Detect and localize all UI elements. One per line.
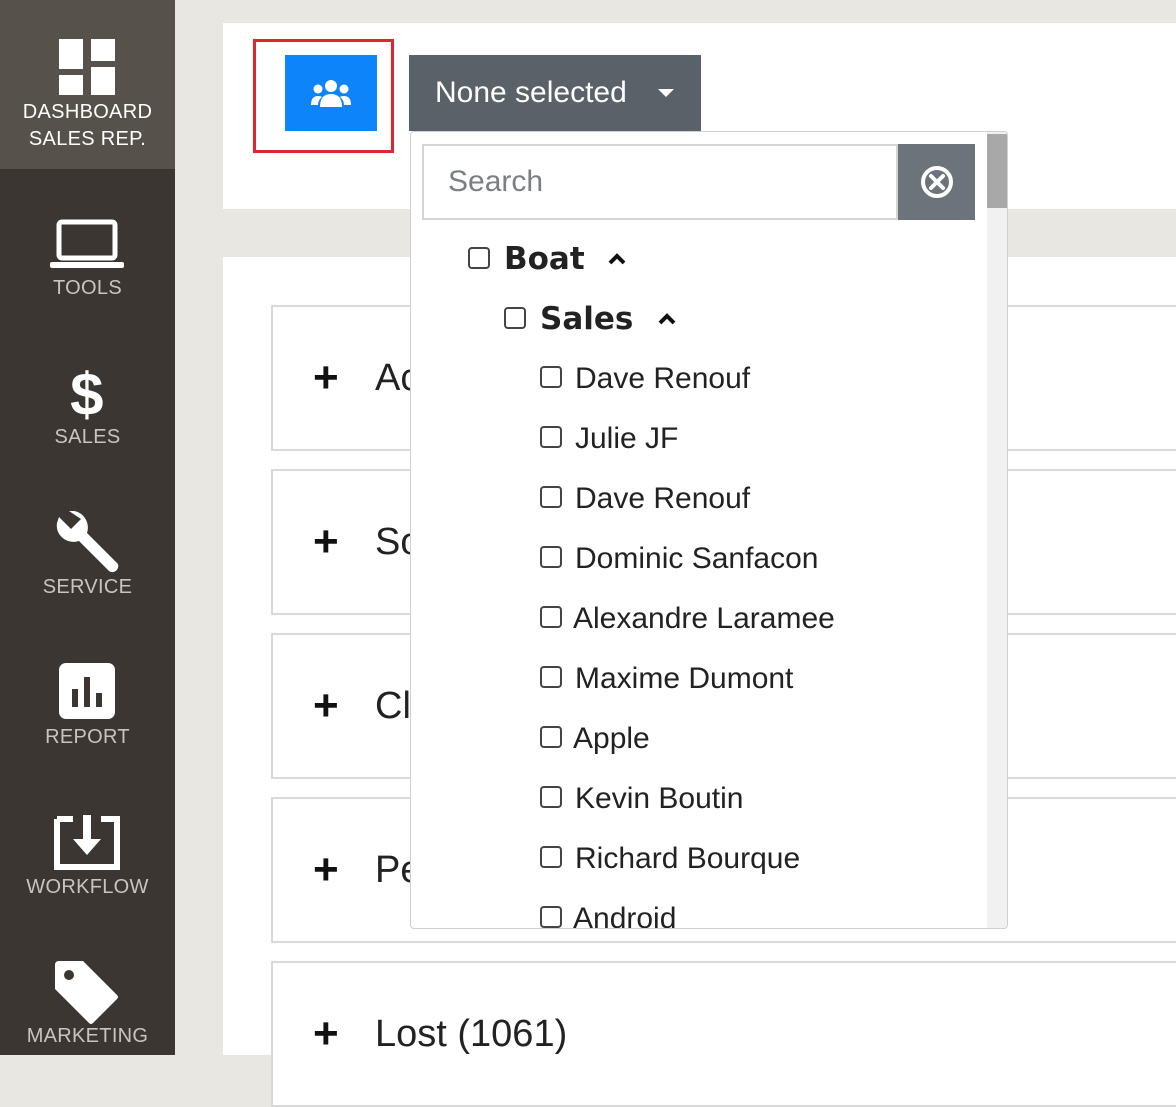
- option-label: Julie JF: [575, 422, 679, 455]
- option-checkbox[interactable]: [540, 366, 562, 388]
- option-checkbox[interactable]: [540, 726, 562, 748]
- clear-circle-icon: [921, 166, 953, 198]
- option-checkbox[interactable]: [540, 606, 562, 628]
- dashboard-icon: [59, 39, 115, 95]
- option-label: Android: [573, 902, 677, 929]
- option-checkbox[interactable]: [540, 906, 562, 928]
- chevron-up-icon[interactable]: [658, 313, 676, 325]
- search-group: [422, 144, 975, 220]
- sidebar-item-tools[interactable]: TOOLS: [0, 169, 175, 319]
- tag-icon: [55, 961, 118, 1024]
- dropdown-scrollbar[interactable]: [987, 132, 1007, 928]
- sidebar: DASHBOARD SALES REP. TOOLS $ SALES SERVI…: [0, 0, 175, 1055]
- option-label: Apple: [573, 722, 650, 755]
- sidebar-item-label: SALES: [54, 426, 121, 448]
- group-label: Boat: [504, 241, 585, 277]
- download-box-icon: [54, 815, 120, 870]
- bar-chart-icon: [59, 663, 115, 719]
- accordion-title: Cl: [375, 685, 411, 727]
- option-checkbox[interactable]: [540, 786, 562, 808]
- option-checkbox[interactable]: [540, 486, 562, 508]
- accordion-item[interactable]: + Lost (1061): [271, 961, 1176, 1107]
- user-group-button[interactable]: [285, 55, 377, 131]
- option-checkbox[interactable]: [540, 666, 562, 688]
- sidebar-item-label: DASHBOARD: [22, 101, 153, 123]
- sidebar-item-sales[interactable]: $ SALES: [0, 319, 175, 469]
- option-label: Maxime Dumont: [575, 662, 794, 695]
- sidebar-item-label: SERVICE: [42, 576, 133, 598]
- caret-down-icon: [658, 89, 674, 97]
- option-label: Dave Renouf: [575, 362, 751, 395]
- users-group-icon: [311, 80, 351, 107]
- group-checkbox[interactable]: [504, 307, 526, 329]
- multiselect-dropdown: Boat Sales Dave Renouf Julie JF Dave Ren…: [410, 131, 1008, 929]
- wrench-icon: [56, 511, 119, 572]
- sidebar-item-label: MARKETING: [26, 1025, 149, 1047]
- accordion-title: Lost (1061): [375, 1013, 568, 1055]
- option-label: Richard Bourque: [575, 842, 801, 875]
- sidebar-item-label: REPORT: [45, 726, 130, 748]
- group-checkbox[interactable]: [468, 247, 490, 269]
- sidebar-item-label: TOOLS: [53, 277, 122, 299]
- sidebar-item-workflow[interactable]: WORKFLOW: [0, 769, 175, 919]
- search-input[interactable]: [422, 144, 898, 220]
- group-label: Sales: [540, 301, 634, 337]
- clear-search-button[interactable]: [898, 144, 975, 220]
- sidebar-item-marketing[interactable]: MARKETING: [0, 919, 175, 1055]
- sidebar-item-report[interactable]: REPORT: [0, 619, 175, 769]
- sidebar-item-service[interactable]: SERVICE: [0, 469, 175, 619]
- sidebar-item-dashboard[interactable]: DASHBOARD SALES REP.: [0, 0, 175, 169]
- option-label: Dominic Sanfacon: [575, 542, 819, 575]
- sidebar-item-label: SALES REP.: [28, 128, 147, 150]
- option-label: Kevin Boutin: [575, 782, 744, 815]
- plus-icon: +: [313, 681, 339, 730]
- option-checkbox[interactable]: [540, 546, 562, 568]
- svg-text:$: $: [70, 363, 104, 423]
- option-checkbox[interactable]: [540, 846, 562, 868]
- user-multiselect-button[interactable]: None selected: [409, 55, 701, 131]
- option-checkbox[interactable]: [540, 426, 562, 448]
- plus-icon: +: [313, 353, 339, 402]
- option-label: Alexandre Laramee: [573, 602, 835, 635]
- laptop-icon: [50, 219, 124, 268]
- dollar-icon: $: [70, 363, 104, 423]
- plus-icon: +: [313, 845, 339, 894]
- plus-icon: +: [313, 1009, 339, 1058]
- select-label: None selected: [435, 76, 627, 109]
- option-label: Dave Renouf: [575, 482, 751, 515]
- plus-icon: +: [313, 517, 339, 566]
- sidebar-item-label: WORKFLOW: [26, 876, 149, 898]
- scrollbar-thumb[interactable]: [987, 134, 1007, 208]
- chevron-up-icon[interactable]: [608, 253, 626, 265]
